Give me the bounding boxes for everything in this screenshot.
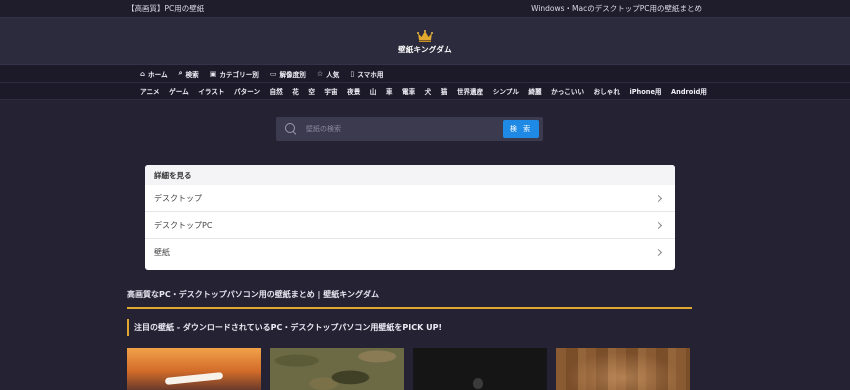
nav-smartphone[interactable]: ▯ スマホ用	[350, 69, 383, 79]
nav-resolution-label: 解像度別	[279, 70, 306, 79]
card-row[interactable]: デスクトップ	[145, 185, 675, 212]
tag-link[interactable]: 世界遺産	[457, 86, 483, 96]
tag-link[interactable]: iPhone用	[629, 86, 661, 96]
tag-link[interactable]: 花	[292, 86, 299, 96]
top-bar: 【高画質】PC用の壁紙 Windows・MacのデスクトップPC用の壁紙まとめ	[0, 0, 850, 18]
nav-popular-label: 人気	[326, 70, 340, 79]
wallpaper-thumbnail-airplane[interactable]	[127, 348, 261, 390]
tag-link[interactable]: 山	[370, 86, 377, 96]
nav-categories-label: カテゴリー別	[219, 70, 259, 79]
nav-popular[interactable]: ☆ 人気	[317, 69, 339, 79]
tag-link[interactable]: 犬	[425, 86, 432, 96]
nav-categories[interactable]: ▣ カテゴリー別	[210, 69, 259, 79]
thumbnail-grid	[127, 348, 690, 390]
apple-logo-icon	[473, 378, 483, 389]
tag-link[interactable]: アニメ	[140, 86, 160, 96]
phone-icon: ▯	[350, 69, 355, 78]
featured-heading: 注目の壁紙 - ダウンロードされているPC・デスクトップパソコン用壁紙をPICK…	[127, 319, 692, 336]
card-header: 詳細を見る	[145, 165, 675, 185]
card-row-label: デスクトップPC	[154, 220, 213, 230]
star-icon: ☆	[316, 69, 324, 78]
tag-link[interactable]: パターン	[234, 86, 260, 96]
tag-link[interactable]: Android用	[671, 86, 707, 96]
airplane-shape	[164, 371, 224, 386]
page-title: 高画質なPC・デスクトップパソコン用の壁紙まとめ | 壁紙キングダム	[127, 289, 692, 309]
search-bar: 検 索	[276, 117, 543, 141]
tag-link[interactable]: シンプル	[493, 86, 519, 96]
tag-link[interactable]: ゲーム	[169, 86, 189, 96]
nav-search-label: 検索	[185, 70, 199, 79]
main-nav: ⌂ ホーム ⌕ 検索 ▣ カテゴリー別 ▭ 解像度別 ☆ 人気 ▯ スマホ用	[0, 64, 850, 82]
tag-link[interactable]: 夜景	[347, 86, 360, 96]
nav-home-label: ホーム	[148, 70, 168, 79]
folder-icon: ▣	[209, 69, 217, 78]
site-header: 壁紙キングダム	[0, 18, 850, 64]
search-input[interactable]	[306, 125, 496, 133]
search-icon: ⌕	[178, 69, 183, 77]
tag-link[interactable]: 自然	[270, 86, 283, 96]
chevron-right-icon	[654, 194, 663, 202]
nav-search[interactable]: ⌕ 検索	[179, 69, 199, 79]
details-card: 詳細を見る デスクトップ デスクトップPC 壁紙	[145, 165, 675, 270]
chevron-right-icon	[654, 221, 663, 229]
chevron-right-icon	[654, 248, 663, 257]
site-logo[interactable]: 壁紙キングダム	[398, 44, 452, 55]
card-row[interactable]: デスクトップPC	[145, 212, 675, 239]
card-row-label: 壁紙	[154, 248, 170, 257]
tag-nav: アニメ ゲーム イラスト パターン 自然 花 空 宇宙 夜景 山 車 電車 犬 …	[0, 82, 850, 100]
site-description: Windows・MacのデスクトップPC用の壁紙まとめ	[531, 4, 702, 13]
tag-link[interactable]: イラスト	[198, 86, 224, 96]
search-button[interactable]: 検 索	[503, 120, 539, 138]
tag-link[interactable]: 空	[308, 86, 315, 96]
tag-link[interactable]: 猫	[441, 86, 448, 96]
crown-icon	[417, 29, 433, 42]
wallpaper-thumbnail-wood[interactable]	[556, 348, 690, 390]
nav-home[interactable]: ⌂ ホーム	[140, 69, 168, 79]
search-icon	[285, 123, 297, 135]
tag-link[interactable]: 車	[386, 86, 393, 96]
nav-smartphone-label: スマホ用	[357, 70, 384, 79]
tag-link[interactable]: 綺麗	[528, 86, 541, 96]
site-tagline[interactable]: 【高画質】PC用の壁紙	[127, 3, 204, 14]
monitor-icon: ▭	[269, 69, 277, 78]
tag-link[interactable]: かっこいい	[551, 86, 584, 96]
wallpaper-thumbnail-camouflage[interactable]	[270, 348, 404, 390]
card-row[interactable]: 壁紙	[145, 239, 675, 266]
wallpaper-thumbnail-apple[interactable]	[413, 348, 547, 390]
tag-link[interactable]: 電車	[402, 86, 415, 96]
nav-resolution[interactable]: ▭ 解像度別	[270, 69, 306, 79]
tag-link[interactable]: おしゃれ	[594, 86, 620, 96]
tag-link[interactable]: 宇宙	[324, 86, 337, 96]
home-icon: ⌂	[140, 69, 146, 78]
card-row-label: デスクトップ	[154, 193, 202, 203]
